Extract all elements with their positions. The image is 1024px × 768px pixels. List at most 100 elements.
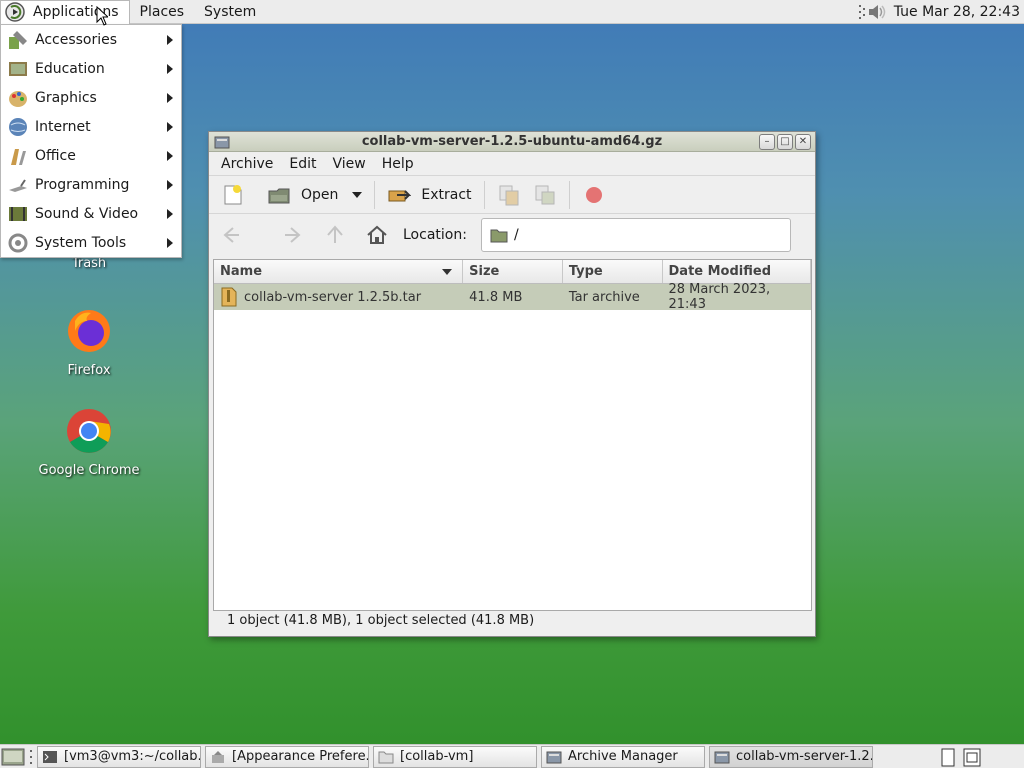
add-files-icon (499, 185, 519, 205)
terminal-icon (43, 750, 57, 763)
sound-video-icon (9, 206, 27, 221)
home-icon[interactable] (365, 223, 389, 247)
location-field[interactable]: / (480, 218, 791, 252)
firefox-icon (68, 310, 110, 352)
open-button-label: Open (301, 186, 339, 203)
internet-icon (9, 117, 27, 136)
taskbar-task-archive-window[interactable]: collab-vm-server-1.2.... (709, 745, 873, 768)
new-archive-button[interactable] (215, 178, 251, 212)
menu-item-office[interactable]: Office (1, 141, 181, 170)
file-type: Tar archive (568, 289, 640, 305)
desktop-chrome[interactable]: Google Chrome (34, 407, 144, 478)
submenu-arrow-icon (167, 35, 173, 45)
table-row[interactable]: collab-vm-server 1.2.5b.tar 41.8 MB Tar … (214, 282, 811, 312)
submenu-arrow-icon (167, 209, 173, 219)
menu-item-label: Accessories (35, 31, 118, 48)
menu-item-label: Internet (35, 118, 91, 135)
menu-item-graphics[interactable]: Graphics (1, 83, 181, 112)
submenu-arrow-icon (167, 93, 173, 103)
task-label: Archive Manager (568, 749, 678, 764)
menu-help[interactable]: Help (374, 156, 422, 172)
desktop-firefox[interactable]: Firefox (34, 307, 144, 378)
file-size: 41.8 MB (469, 289, 523, 305)
archive-manager-icon (714, 751, 730, 763)
open-dropdown-arrow-icon[interactable] (352, 191, 363, 198)
location-value: / (513, 227, 519, 243)
taskbar-task-terminal[interactable]: [vm3@vm3:~/collab... (37, 745, 201, 768)
add-files-button[interactable] (491, 178, 527, 212)
taskbar-task-archive-manager[interactable]: Archive Manager (541, 745, 705, 768)
tar-archive-icon (221, 287, 237, 307)
mouse-cursor-icon (96, 6, 108, 26)
submenu-arrow-icon (167, 180, 173, 190)
open-button[interactable]: Open (261, 178, 368, 212)
system-tools-icon (8, 233, 28, 252)
column-date-modified-label: Date Modified (668, 264, 772, 279)
taskbar-task-folder[interactable]: [collab-vm] (373, 745, 537, 768)
menu-item-label: Graphics (35, 89, 97, 106)
applications-logo-icon (5, 2, 25, 22)
trash-label: Trash (71, 256, 107, 271)
office-icon (11, 148, 26, 165)
programming-icon (9, 178, 27, 192)
column-size-label: Size (469, 264, 500, 279)
menu-view[interactable]: View (325, 156, 374, 172)
workspace-1-icon[interactable] (937, 746, 959, 768)
column-size[interactable]: Size (463, 260, 563, 283)
cell-size: 41.8 MB (463, 290, 563, 305)
menu-item-accessories[interactable]: Accessories (1, 25, 181, 54)
stop-button[interactable] (576, 178, 612, 212)
submenu-arrow-icon (167, 238, 173, 248)
location-label: Location: (403, 227, 467, 243)
column-name-label: Name (220, 264, 263, 279)
up-icon[interactable] (323, 223, 347, 247)
window-titlebar[interactable]: collab-vm-server-1.2.5-ubuntu-amd64.gz –… (209, 132, 815, 152)
workspace-2-icon[interactable] (961, 746, 983, 768)
file-date-modified: 28 March 2023, 21:43 (668, 282, 771, 312)
forward-icon[interactable] (281, 223, 305, 247)
submenu-arrow-icon (167, 122, 173, 132)
taskbar-task-appearance[interactable]: [Appearance Prefere... (205, 745, 369, 768)
menu-item-label: Sound & Video (35, 205, 139, 222)
add-folder-icon (535, 185, 555, 204)
folder-icon (490, 229, 508, 243)
clock[interactable]: Tue Mar 28, 22:43 (894, 4, 1020, 20)
back-icon[interactable] (219, 223, 243, 247)
applications-menu[interactable]: Applications (0, 0, 130, 24)
menu-edit[interactable]: Edit (281, 156, 324, 172)
chrome-icon (67, 409, 111, 453)
window-title: collab-vm-server-1.2.5-ubuntu-amd64.gz (361, 134, 663, 149)
column-date-modified[interactable]: Date Modified (663, 260, 811, 283)
menu-item-education[interactable]: Education (1, 54, 181, 83)
menu-item-sound-video[interactable]: Sound & Video (1, 199, 181, 228)
bottom-panel: [vm3@vm3:~/collab... [Appearance Prefere… (0, 744, 1024, 768)
top-panel: Applications Places System Tue Mar 28, 2… (0, 0, 1024, 24)
task-label: [Appearance Prefere... (232, 749, 369, 764)
menu-item-system-tools[interactable]: System Tools (1, 228, 181, 257)
cell-name: collab-vm-server 1.2.5b.tar (214, 287, 463, 307)
maximize-button[interactable]: □ (777, 134, 793, 150)
stop-icon (585, 186, 602, 203)
panel-handle-icon (30, 749, 32, 764)
system-menu[interactable]: System (194, 0, 266, 24)
close-button[interactable]: ✕ (795, 134, 811, 150)
add-folder-button[interactable] (527, 178, 563, 212)
minimize-button[interactable]: – (759, 134, 775, 150)
show-desktop-icon[interactable] (1, 746, 25, 768)
volume-icon[interactable] (866, 2, 888, 22)
toolbar-separator (483, 180, 485, 209)
menu-item-label: Education (35, 60, 105, 77)
panel-handle-icon (858, 4, 865, 19)
window-toolbar: Open Extract (209, 176, 815, 214)
extract-button[interactable]: Extract (381, 178, 477, 212)
menu-item-programming[interactable]: Programming (1, 170, 181, 199)
menu-archive[interactable]: Archive (213, 156, 281, 172)
menu-item-internet[interactable]: Internet (1, 112, 181, 141)
menu-item-label: Programming (35, 176, 130, 193)
archive-manager-icon (546, 751, 562, 763)
column-name[interactable]: Name (214, 260, 464, 283)
firefox-label: Firefox (67, 363, 111, 378)
column-type[interactable]: Type (563, 260, 663, 283)
system-menu-label: System (204, 3, 257, 20)
places-menu[interactable]: Places (130, 0, 195, 24)
